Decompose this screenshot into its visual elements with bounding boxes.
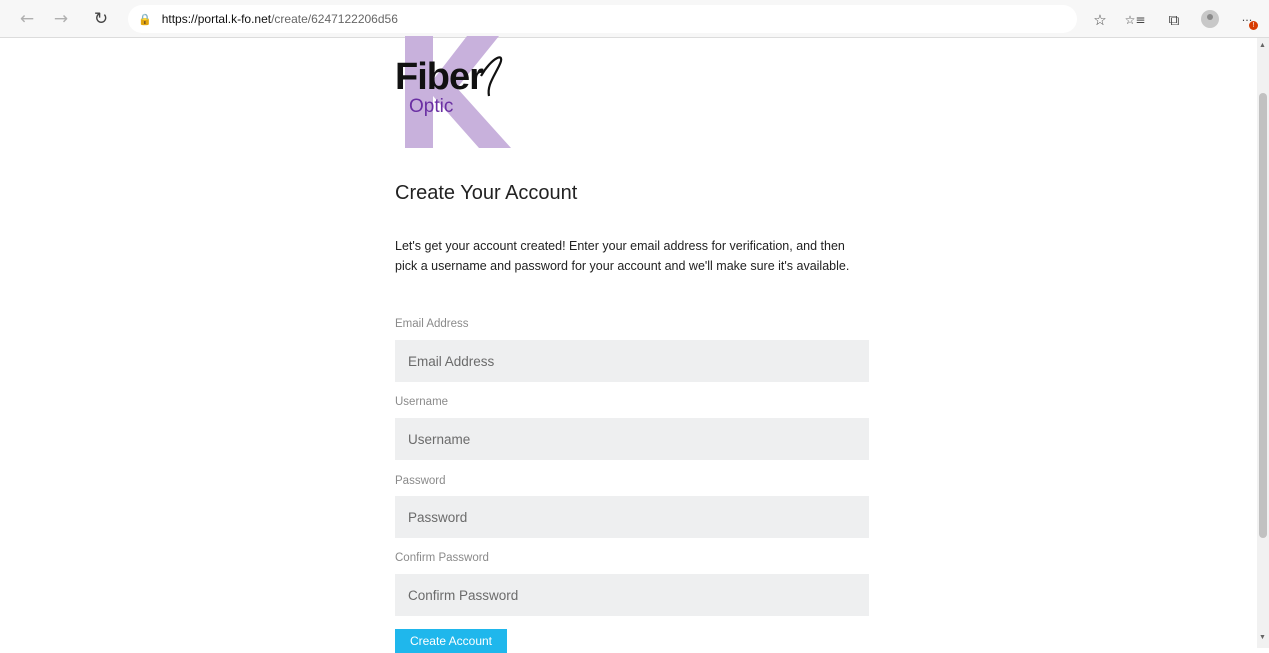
profile-avatar[interactable] xyxy=(1201,10,1219,28)
password-input[interactable] xyxy=(395,496,869,538)
email-input[interactable] xyxy=(395,340,869,382)
scroll-up-icon[interactable]: ▲ xyxy=(1259,42,1266,49)
star-icon[interactable]: ☆ xyxy=(1089,9,1111,31)
lock-icon[interactable]: 🔒 xyxy=(138,13,152,26)
username-input[interactable] xyxy=(395,418,869,460)
scroll-thumb[interactable] xyxy=(1259,93,1267,538)
url-host: https://portal.k-fo.net xyxy=(161,12,272,26)
browser-toolbar: ← → ↻ 🔒 https://portal.k-fo.net/create/6… xyxy=(0,0,1269,38)
logo-optic-text: Optic xyxy=(409,96,454,117)
forward-icon[interactable]: → xyxy=(48,6,74,32)
url-path: /create/6247122206d56 xyxy=(271,12,398,26)
collections-icon[interactable]: ⧉ xyxy=(1163,9,1185,31)
email-label: Email Address xyxy=(395,318,469,330)
confirm-password-input[interactable] xyxy=(395,574,869,616)
page-title: Create Your Account xyxy=(395,182,578,204)
page-scrollbar[interactable]: ▲ ▼ xyxy=(1257,38,1269,648)
password-label: Password xyxy=(395,475,446,487)
fiber-optic-logo: Fiber Optic xyxy=(395,36,525,148)
logo-fiber-text: Fiber xyxy=(395,56,484,98)
favorites-icon[interactable]: ☆≡ xyxy=(1124,9,1146,31)
refresh-icon[interactable]: ↻ xyxy=(88,6,114,32)
back-icon[interactable]: ← xyxy=(14,6,40,32)
intro-text: Let's get your account created! Enter yo… xyxy=(395,239,850,273)
notification-badge: ! xyxy=(1249,21,1258,30)
confirm-password-label: Confirm Password xyxy=(395,552,489,564)
scroll-down-icon[interactable]: ▼ xyxy=(1259,634,1266,641)
username-label: Username xyxy=(395,396,449,408)
create-account-button[interactable]: Create Account xyxy=(395,629,507,653)
address-bar[interactable]: 🔒 https://portal.k-fo.net/create/6247122… xyxy=(128,5,1077,33)
